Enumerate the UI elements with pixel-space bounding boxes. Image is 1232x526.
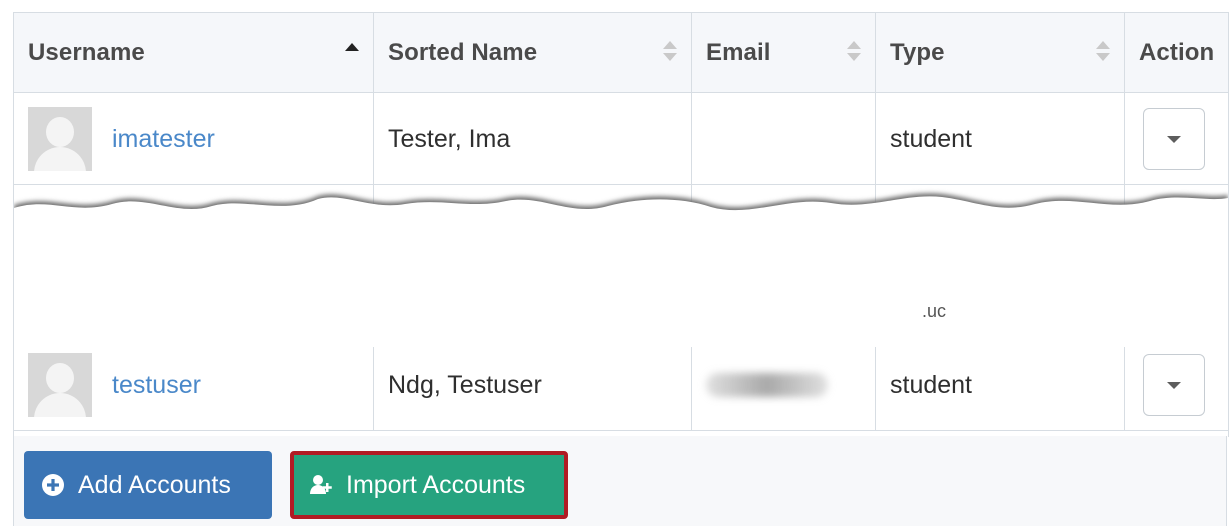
import-accounts-label: Import Accounts xyxy=(346,470,526,499)
type-cell xyxy=(876,185,1125,339)
sort-icon xyxy=(1096,41,1110,61)
avatar xyxy=(28,353,92,417)
header-username-label: Username xyxy=(28,39,145,66)
action-cell xyxy=(1125,93,1228,185)
header-email-label: Email xyxy=(706,39,771,66)
accounts-table: Username Sorted Name Email Type Action i… xyxy=(13,12,1229,437)
user-plus-icon xyxy=(308,472,334,498)
header-email[interactable]: Email xyxy=(692,13,876,93)
action-cell xyxy=(1125,185,1228,339)
header-action: Action xyxy=(1125,13,1228,93)
sorted-name-cell: Tester, Ima xyxy=(374,93,692,185)
plus-circle-icon xyxy=(40,472,66,498)
bottom-action-bar: Add Accounts Import Accounts xyxy=(13,436,1227,526)
accounts-table-panel: Username Sorted Name Email Type Action i… xyxy=(0,0,1232,526)
username-link[interactable]: testuser xyxy=(112,371,201,400)
header-type[interactable]: Type xyxy=(876,13,1125,93)
sorted-name-text: Ndg, Testuser xyxy=(388,370,542,399)
sorted-name-cell: Ndg, Testuser xyxy=(374,339,692,431)
email-cell xyxy=(692,339,876,431)
sort-icon xyxy=(847,41,861,61)
header-action-label: Action xyxy=(1139,39,1215,66)
chevron-down-icon xyxy=(1167,381,1181,389)
add-accounts-button[interactable]: Add Accounts xyxy=(24,451,272,519)
type-cell: student xyxy=(876,93,1125,185)
table-row: imatester Tester, Ima student xyxy=(14,93,1228,185)
sorted-name-cell xyxy=(374,185,692,339)
username-cell: testuser xyxy=(14,339,374,431)
header-sorted-name-label: Sorted Name xyxy=(388,39,538,66)
row-action-button[interactable] xyxy=(1143,354,1205,416)
avatar xyxy=(28,107,92,171)
table-header-row: Username Sorted Name Email Type Action xyxy=(14,13,1228,93)
type-text: student xyxy=(890,124,973,153)
faded-control xyxy=(994,448,1184,512)
caret-up-icon xyxy=(345,43,359,51)
header-username[interactable]: Username xyxy=(14,13,374,93)
username-cell xyxy=(14,185,374,339)
add-accounts-label: Add Accounts xyxy=(78,470,231,499)
action-cell xyxy=(1125,339,1228,431)
header-type-label: Type xyxy=(890,39,945,66)
username-link[interactable]: imatester xyxy=(112,125,215,154)
row-action-button[interactable] xyxy=(1143,108,1205,170)
type-text: student xyxy=(890,370,973,399)
table-row: testuser Ndg, Testuser student xyxy=(14,339,1228,431)
type-cell: student xyxy=(876,339,1125,431)
email-cell xyxy=(692,185,876,339)
sorted-name-text: Tester, Ima xyxy=(388,124,511,153)
table-row xyxy=(14,185,1228,339)
import-accounts-button[interactable]: Import Accounts xyxy=(290,451,568,519)
email-cell xyxy=(692,93,876,185)
email-text xyxy=(706,373,828,397)
chevron-down-icon xyxy=(1167,135,1181,143)
sort-icon xyxy=(663,41,677,61)
username-cell: imatester xyxy=(14,93,374,185)
header-sorted-name[interactable]: Sorted Name xyxy=(374,13,692,93)
